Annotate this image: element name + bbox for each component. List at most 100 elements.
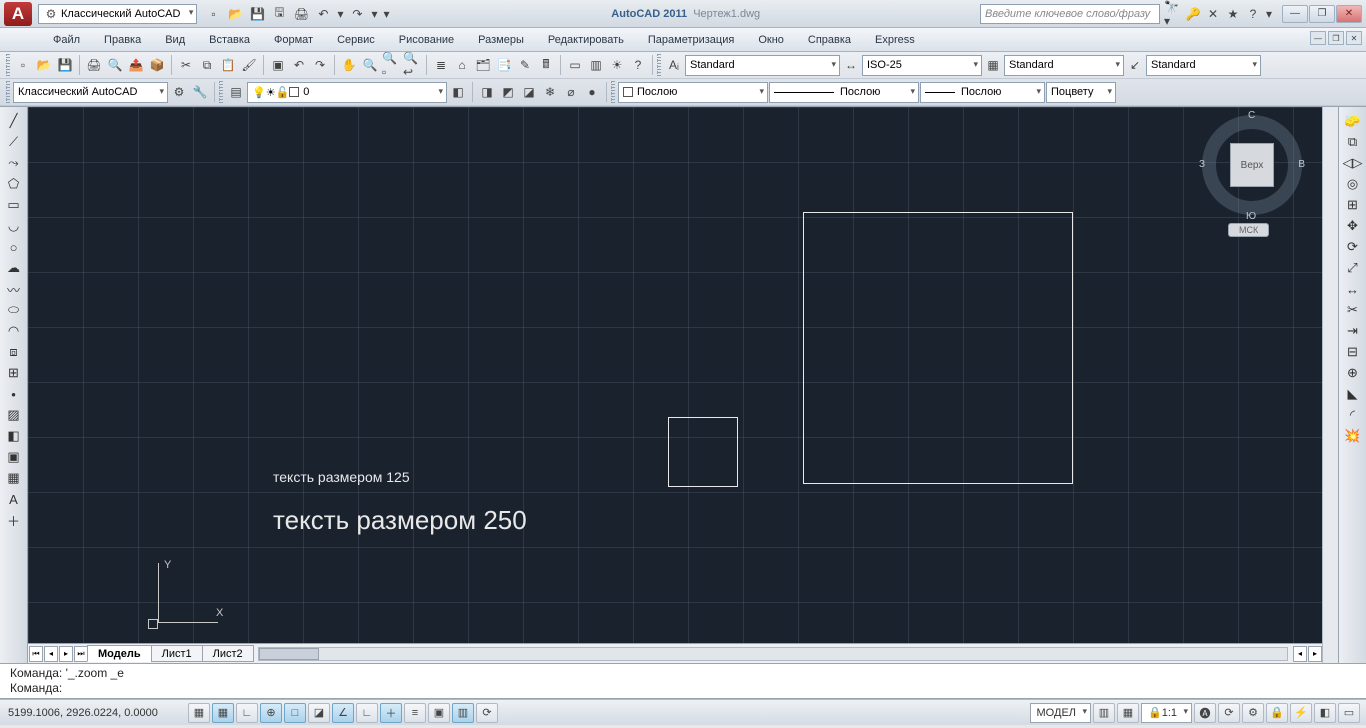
mleaderstyle-icon[interactable]: ↙	[1125, 55, 1145, 75]
hscroll-left-button[interactable]: ◂	[1293, 646, 1307, 662]
polygon-icon[interactable]: ⬠	[3, 174, 25, 194]
open-icon-2[interactable]: 📂	[34, 55, 54, 75]
rotate-icon[interactable]: ⟳	[1342, 237, 1364, 257]
help2-icon[interactable]: ?	[628, 55, 648, 75]
text-style-combo[interactable]: Standard	[685, 55, 840, 76]
zoom-rt-icon[interactable]: 🔍	[360, 55, 380, 75]
dc-icon[interactable]: ⌂	[452, 55, 472, 75]
scale-icon[interactable]: ⤢	[1342, 258, 1364, 278]
break-icon[interactable]: ⊟	[1342, 342, 1364, 362]
hatch-icon[interactable]: ▨	[3, 405, 25, 425]
quick-view-drawings-icon[interactable]: ▦	[1117, 703, 1139, 723]
pline-icon[interactable]: ⤳	[3, 153, 25, 173]
toolbar-grip-5[interactable]	[611, 81, 615, 103]
menu-help[interactable]: Справка	[797, 31, 862, 49]
quick-view-layouts-icon[interactable]: ▥	[1093, 703, 1115, 723]
mirror-icon[interactable]: ◁▷	[1342, 153, 1364, 173]
fillet-icon[interactable]: ◜	[1342, 405, 1364, 425]
app-logo[interactable]: A	[4, 2, 32, 26]
isolate-icon[interactable]: ◧	[1314, 703, 1336, 723]
clean-screen-icon[interactable]: ▭	[1338, 703, 1360, 723]
maximize-button[interactable]: ❐	[1309, 5, 1335, 23]
layon-icon[interactable]: ●	[582, 82, 602, 102]
3ddwf-icon[interactable]: 📦	[147, 55, 167, 75]
tab-layout2[interactable]: Лист2	[202, 645, 254, 662]
redo-icon[interactable]: ↷	[347, 4, 367, 24]
erase-icon[interactable]: 🧽	[1342, 111, 1364, 131]
viewcube-face[interactable]: Верх	[1230, 143, 1274, 187]
toolbar-grip-2[interactable]	[657, 54, 661, 76]
minimize-button[interactable]: —	[1282, 5, 1308, 23]
command-line[interactable]: Команда:	[10, 681, 1356, 696]
menu-edit[interactable]: Правка	[93, 31, 152, 49]
tab-model[interactable]: Модель	[87, 645, 152, 662]
ws-switch-icon[interactable]: ⚙	[1242, 703, 1264, 723]
region-icon[interactable]: ▣	[3, 447, 25, 467]
tab-first-button[interactable]: ⏮	[29, 646, 43, 662]
star-icon[interactable]: ★	[1224, 5, 1242, 23]
stretch-icon[interactable]: ↔	[1342, 279, 1364, 299]
open-icon[interactable]: 📂	[225, 4, 245, 24]
ellipse-icon[interactable]: ⬭	[3, 300, 25, 320]
doc-close-button[interactable]: ✕	[1346, 31, 1362, 45]
undo-icon[interactable]: ↶	[313, 4, 333, 24]
hscroll-thumb[interactable]	[259, 648, 319, 660]
tp-icon[interactable]: 🗂	[473, 55, 493, 75]
trim-icon[interactable]: ✂	[1342, 300, 1364, 320]
textstyle-icon[interactable]: Aᵢ	[664, 55, 684, 75]
tab-last-button[interactable]: ⏭	[74, 646, 88, 662]
layprev-icon[interactable]: ◩	[498, 82, 518, 102]
menu-tools[interactable]: Сервис	[326, 31, 386, 49]
workspace-combo-2[interactable]: Классический AutoCAD	[13, 82, 168, 103]
menu-format[interactable]: Формат	[263, 31, 324, 49]
copyobj-icon[interactable]: ⧉	[1342, 132, 1364, 152]
point-icon[interactable]: •	[3, 384, 25, 404]
layermake-icon[interactable]: ◧	[448, 82, 468, 102]
copy-icon[interactable]: ⧉	[197, 55, 217, 75]
saveas-icon[interactable]: 🖫	[269, 4, 289, 24]
anno-scale-combo[interactable]: 🔒 1:1	[1141, 703, 1192, 723]
block-icon[interactable]: ▣	[268, 55, 288, 75]
mleader-style-combo[interactable]: Standard	[1146, 55, 1261, 76]
coord-readout[interactable]: 5199.1006, 2926.0224, 0.0000	[6, 707, 186, 719]
ortho-toggle[interactable]: ∟	[236, 703, 258, 723]
paste-icon[interactable]: 📋	[218, 55, 238, 75]
tab-prev-button[interactable]: ◂	[44, 646, 58, 662]
menu-view[interactable]: Вид	[154, 31, 196, 49]
array-icon[interactable]: ⊞	[1342, 195, 1364, 215]
zoom-prev-icon[interactable]: 🔍↩	[402, 55, 422, 75]
chamfer-icon[interactable]: ◣	[1342, 384, 1364, 404]
toolbar-lock-icon[interactable]: 🔒	[1266, 703, 1288, 723]
snap-toggle[interactable]: ▦	[188, 703, 210, 723]
osnap-toggle[interactable]: □	[284, 703, 306, 723]
qcalc-icon[interactable]: 🖩	[536, 55, 556, 75]
publish-icon[interactable]: 📤	[126, 55, 146, 75]
ribbon-icon[interactable]: ▭	[565, 55, 585, 75]
vscroll[interactable]	[1322, 107, 1338, 663]
qprop-toggle[interactable]: ▥	[452, 703, 474, 723]
dyn-toggle[interactable]: ＋	[380, 703, 402, 723]
menu-insert[interactable]: Вставка	[198, 31, 261, 49]
viewcube-coord[interactable]: МСК	[1228, 223, 1269, 237]
tab-layout1[interactable]: Лист1	[151, 645, 203, 662]
sel-cycle-toggle[interactable]: ⟳	[476, 703, 498, 723]
gradient-icon[interactable]: ◧	[3, 426, 25, 446]
toolbar-grip-4[interactable]	[219, 81, 223, 103]
doc-minimize-button[interactable]: —	[1310, 31, 1326, 45]
drawing-canvas[interactable]: тексть размером 125 тексть размером 250 …	[28, 107, 1322, 643]
hscroll-rail[interactable]	[258, 647, 1288, 661]
laymatch-icon[interactable]: ◪	[519, 82, 539, 102]
menu-draw[interactable]: Рисование	[388, 31, 465, 49]
search-input[interactable]: Введите ключевое слово/фразу	[980, 4, 1160, 24]
hw-accel-icon[interactable]: ⚡	[1290, 703, 1312, 723]
offset-icon[interactable]: ◎	[1342, 174, 1364, 194]
mtext-icon[interactable]: A	[3, 489, 25, 509]
tpy-toggle[interactable]: ▣	[428, 703, 450, 723]
undo-drop-icon[interactable]: ▾	[335, 4, 345, 24]
preview-icon[interactable]: 🔍	[105, 55, 125, 75]
pan-icon[interactable]: ✋	[339, 55, 359, 75]
menu-param[interactable]: Параметризация	[637, 31, 745, 49]
layfrz-icon[interactable]: ❄	[540, 82, 560, 102]
addsel-icon[interactable]: ＋	[3, 510, 25, 530]
command-window[interactable]: Команда: '_.zoom _e Команда:	[0, 663, 1366, 699]
